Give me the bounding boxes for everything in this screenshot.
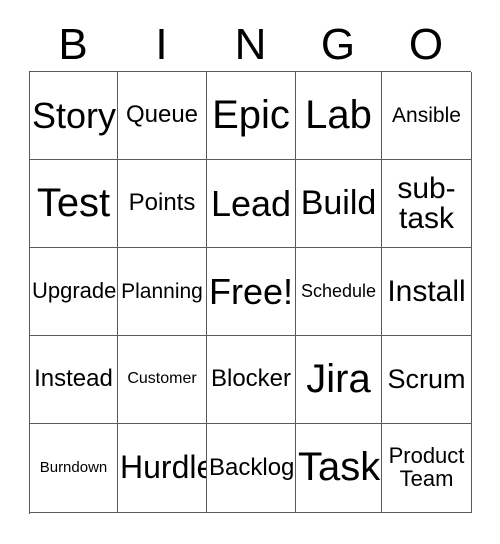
- bingo-cell-n2[interactable]: Lead: [207, 160, 296, 248]
- bingo-cell-label: Test: [36, 180, 111, 225]
- bingo-cell-g5[interactable]: Task: [296, 424, 382, 513]
- bingo-cell-label: Task: [298, 445, 381, 490]
- bingo-cell-o1[interactable]: Ansible: [382, 72, 472, 160]
- bingo-cell-label: Customer: [127, 370, 197, 388]
- bingo-cell-label: Upgrade: [32, 278, 117, 304]
- bingo-cell-label: Story: [32, 94, 117, 136]
- bingo-cell-o3[interactable]: Install: [382, 248, 472, 336]
- bingo-cell-n4[interactable]: Blocker: [207, 336, 296, 424]
- bingo-cell-b5[interactable]: Burndown: [30, 424, 118, 513]
- bingo-cell-free-space[interactable]: Free!: [207, 248, 296, 336]
- bingo-cell-label: Instead: [34, 365, 113, 393]
- bingo-cell-label: Points: [128, 189, 196, 217]
- bingo-cell-label: Jira: [306, 356, 371, 401]
- bingo-cell-label: Planning: [121, 279, 203, 303]
- bingo-card: B I N G O Story Queue Epic Lab Ansible T…: [0, 0, 500, 544]
- bingo-cell-i5[interactable]: Hurdle: [118, 424, 207, 513]
- bingo-cell-label: Backlog: [209, 453, 295, 481]
- bingo-cell-i3[interactable]: Planning: [118, 248, 207, 336]
- bingo-cell-label: Free!: [209, 270, 294, 312]
- header-letter-n: N: [234, 20, 267, 69]
- bingo-cell-label: Hurdle: [120, 449, 207, 486]
- bingo-cell-label: Ansible: [392, 103, 461, 127]
- header-letter-b: B: [58, 20, 88, 69]
- header-letter-g: G: [320, 20, 356, 69]
- bingo-cell-b4[interactable]: Instead: [30, 336, 118, 424]
- bingo-cell-i1[interactable]: Queue: [118, 72, 207, 160]
- bingo-cell-label: sub- task: [397, 171, 456, 235]
- bingo-cell-o2[interactable]: sub- task: [382, 160, 472, 248]
- bingo-cell-g3[interactable]: Schedule: [296, 248, 382, 336]
- bingo-cell-g4[interactable]: Jira: [296, 336, 382, 424]
- bingo-cell-n5[interactable]: Backlog: [207, 424, 296, 513]
- bingo-cell-label: Burndown: [39, 459, 108, 477]
- bingo-cell-label: Queue: [125, 101, 199, 129]
- bingo-cell-label: Lead: [210, 182, 292, 224]
- bingo-cell-i2[interactable]: Points: [118, 160, 207, 248]
- bingo-cell-o5[interactable]: Product Team: [382, 424, 472, 513]
- bingo-cell-b1[interactable]: Story: [30, 72, 118, 160]
- bingo-cell-label: Schedule: [300, 281, 377, 302]
- bingo-cell-n1[interactable]: Epic: [207, 72, 296, 160]
- bingo-cell-label: Scrum: [387, 364, 466, 395]
- bingo-cell-b2[interactable]: Test: [30, 160, 118, 248]
- bingo-cell-label: Epic: [212, 92, 290, 137]
- bingo-cell-label: Build: [300, 183, 377, 222]
- bingo-cell-label: Install: [387, 274, 466, 308]
- bingo-cell-i4[interactable]: Customer: [118, 336, 207, 424]
- bingo-cell-g2[interactable]: Build: [296, 160, 382, 248]
- bingo-cell-b3[interactable]: Upgrade: [30, 248, 118, 336]
- bingo-cell-label: Blocker: [210, 365, 292, 393]
- bingo-cell-label: Product Team: [388, 443, 465, 491]
- bingo-cell-label: Lab: [305, 92, 372, 137]
- bingo-grid: Story Queue Epic Lab Ansible Test Points…: [29, 71, 472, 514]
- header-letter-i: I: [155, 20, 168, 69]
- header-letter-o: O: [408, 20, 444, 69]
- bingo-cell-g1[interactable]: Lab: [296, 72, 382, 160]
- bingo-cell-o4[interactable]: Scrum: [382, 336, 472, 424]
- bingo-header-row: B I N G O: [29, 14, 471, 68]
